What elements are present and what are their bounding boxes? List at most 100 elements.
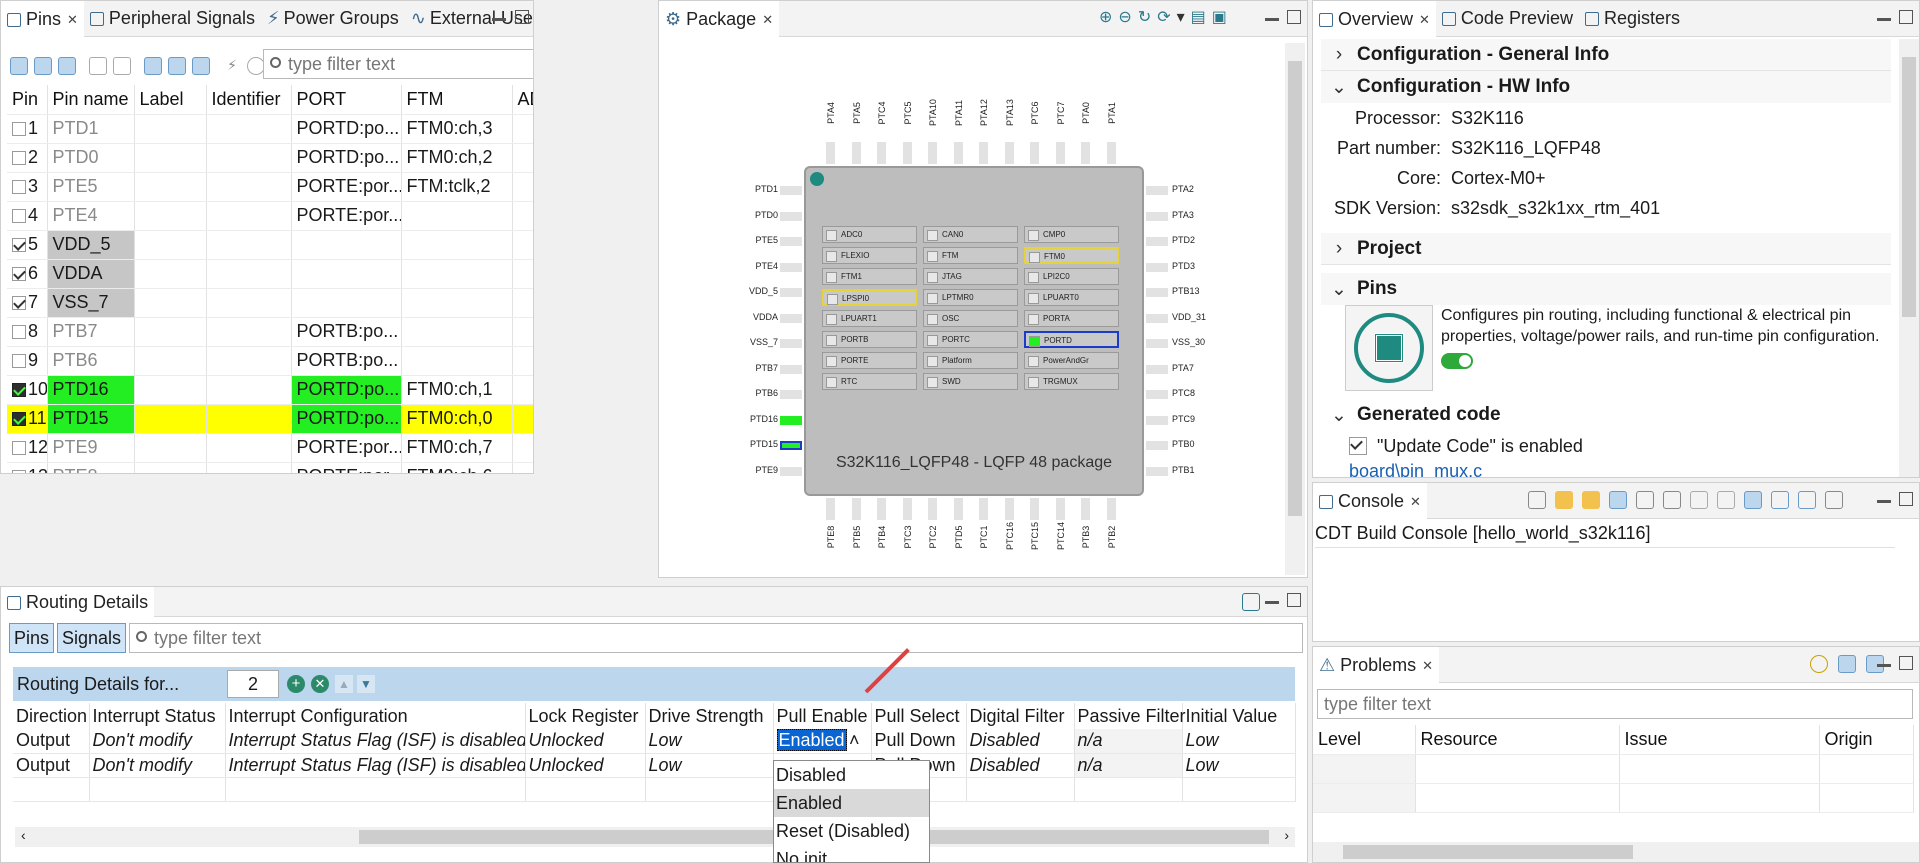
ftm-cell[interactable]: FTM0:ch,6 [401, 462, 513, 473]
port-cell[interactable]: PORTD:po... [291, 114, 402, 144]
port-cell[interactable] [291, 288, 402, 318]
routing-col[interactable]: Pull Select [871, 703, 967, 729]
pin-name-cell[interactable]: PTE4 [47, 201, 135, 231]
routing-cell[interactable]: Disabled [966, 753, 1075, 778]
package-vscrollbar[interactable] [1285, 43, 1305, 575]
pin-checkbox[interactable] [12, 267, 26, 282]
routing-cell[interactable]: Output [13, 753, 90, 778]
pin-name-cell[interactable]: PTE9 [47, 433, 135, 463]
pin-name-cell[interactable]: PTE5 [47, 172, 135, 202]
peripheral-block[interactable]: PORTD [1024, 331, 1119, 348]
route-icon[interactable] [168, 57, 186, 75]
pin-name-cell[interactable]: VDDA [47, 259, 135, 289]
scroll-lock-icon[interactable] [1609, 491, 1627, 509]
ftm-cell[interactable]: FTM0:ch,1 [401, 375, 513, 405]
peripheral-block[interactable]: LPUART1 [822, 310, 917, 327]
pin-name-cell[interactable]: PTB7 [47, 317, 135, 347]
ftm-cell[interactable] [401, 201, 513, 231]
table-row[interactable]: 2 PTD0 PORTD:po... FTM0:ch,2 [7, 143, 533, 173]
peripheral-block[interactable]: FTM0 [1024, 247, 1119, 264]
tab-package[interactable]: ⚙ Package ✕ [659, 1, 780, 37]
pin-checkbox[interactable] [12, 470, 26, 473]
lightbulb-icon[interactable] [1810, 655, 1828, 673]
peripheral-block[interactable]: FLEXIO [822, 247, 917, 264]
port-cell[interactable]: PORTE:por... [291, 433, 402, 463]
pin-name-cell[interactable]: PTD15 [47, 404, 135, 434]
tab-console[interactable]: Console ✕ [1313, 483, 1427, 519]
peripheral-block[interactable]: JTAG [923, 268, 1018, 285]
ftm-cell[interactable] [401, 288, 513, 318]
pins-enable-toggle[interactable] [1441, 353, 1473, 369]
dropdown-option[interactable]: Enabled [774, 789, 929, 817]
maximize-button[interactable] [1899, 10, 1913, 24]
ftm-cell[interactable]: FTM0:ch,2 [401, 143, 513, 173]
pin-name-cell[interactable]: PTD16 [47, 375, 135, 405]
routing-cell[interactable]: n/a [1074, 753, 1183, 778]
word-wrap-icon[interactable] [1690, 491, 1708, 509]
pin-checkbox[interactable] [12, 354, 26, 369]
pin-checkbox[interactable] [12, 383, 26, 398]
tab-registers[interactable]: Registers [1579, 1, 1686, 37]
columns-icon[interactable] [34, 57, 52, 75]
section-generated-code[interactable]: ⌄ Generated code [1321, 399, 1891, 431]
pull-enable-combo[interactable]: Enabled ˄ [773, 729, 872, 754]
section-project[interactable]: › Project [1321, 233, 1891, 265]
tab-power-groups[interactable]: ⚡ Power Groups [261, 1, 405, 37]
table-row[interactable]: 13PTE8PORTE:por...FTM0:ch,6 [7, 462, 533, 473]
routing-filter-input[interactable]: type filter text [129, 623, 1303, 653]
ftm-cell[interactable]: FTM0:ch,3 [401, 114, 513, 144]
routing-col[interactable]: Direction [13, 703, 90, 729]
table-row[interactable]: 7 VSS_7 [7, 288, 533, 318]
pin-checkbox[interactable] [12, 412, 26, 427]
route-icon[interactable] [144, 57, 162, 75]
col-pin-name[interactable]: Pin name [47, 85, 135, 115]
view-icon[interactable]: ▤ [1191, 7, 1206, 27]
maximize-button[interactable] [1287, 593, 1301, 607]
col-port[interactable]: PORT [291, 85, 402, 115]
routing-hscrollbar[interactable]: ‹ › [15, 827, 1295, 847]
tab-peripheral-signals[interactable]: Peripheral Signals [84, 1, 261, 37]
routing-cell[interactable]: Don't modify [89, 753, 226, 778]
update-code-checkbox[interactable] [1349, 437, 1367, 455]
routing-col[interactable]: Passive Filter [1074, 703, 1186, 729]
section-general-info[interactable]: › Configuration - General Info [1321, 39, 1891, 71]
minimize-button[interactable] [492, 18, 506, 21]
ftm-cell[interactable]: FTM:tclk,2 [401, 172, 513, 202]
table-row[interactable]: 9 PTB6 PORTB:po... [7, 346, 533, 376]
pin-checkbox[interactable] [12, 238, 26, 253]
ftm-cell[interactable] [401, 230, 513, 260]
filter-icon[interactable] [89, 57, 107, 75]
port-cell[interactable]: PORTE:por... [291, 172, 402, 202]
dropdown-option[interactable]: Reset (Disabled) [774, 817, 929, 845]
routing-cell[interactable]: Pull Down [871, 729, 967, 754]
tab-code-preview[interactable]: Code Preview [1436, 1, 1579, 37]
monitor-icon[interactable] [1798, 491, 1816, 509]
table-row[interactable]: 11 PTD15 PORTD:po... FTM0:ch,0 [7, 404, 533, 434]
minimize-button[interactable] [1265, 601, 1279, 604]
peripheral-block[interactable]: LPUART0 [1024, 289, 1119, 306]
peripheral-block[interactable]: SWD [923, 373, 1018, 390]
routing-col[interactable]: Interrupt Configuration [225, 703, 526, 729]
col-label[interactable]: Label [134, 85, 207, 115]
routing-col[interactable]: Initial Value [1182, 703, 1296, 729]
routing-cell[interactable]: Low [1182, 729, 1296, 754]
minimize-button[interactable] [1877, 18, 1891, 21]
table-row[interactable]: 10 PTD16 PORTD:po... FTM0:ch,1 [7, 375, 533, 405]
routing-toggle-pins[interactable]: Pins [9, 623, 55, 653]
maximize-button[interactable] [1899, 492, 1913, 506]
col-ftm[interactable]: FTM [401, 85, 513, 115]
routing-col[interactable]: Digital Filter [966, 703, 1075, 729]
peripheral-block[interactable]: CMP0 [1024, 226, 1119, 243]
routing-col[interactable]: Drive Strength [645, 703, 774, 729]
section-hw-info[interactable]: ⌄ Configuration - HW Info [1321, 71, 1891, 103]
col-origin[interactable]: Origin [1819, 725, 1914, 755]
overview-vscrollbar[interactable] [1899, 39, 1919, 477]
new-console-icon[interactable] [1825, 491, 1843, 509]
move-up-icon[interactable]: ▲ [335, 675, 353, 693]
pins-filter-input[interactable]: type filter text [263, 49, 533, 79]
routing-cell[interactable]: Output [13, 729, 90, 754]
pin-checkbox[interactable] [12, 325, 26, 340]
col-pin[interactable]: Pin [7, 85, 48, 115]
close-icon[interactable]: ✕ [1419, 12, 1430, 28]
port-cell[interactable]: PORTE:por... [291, 201, 402, 231]
